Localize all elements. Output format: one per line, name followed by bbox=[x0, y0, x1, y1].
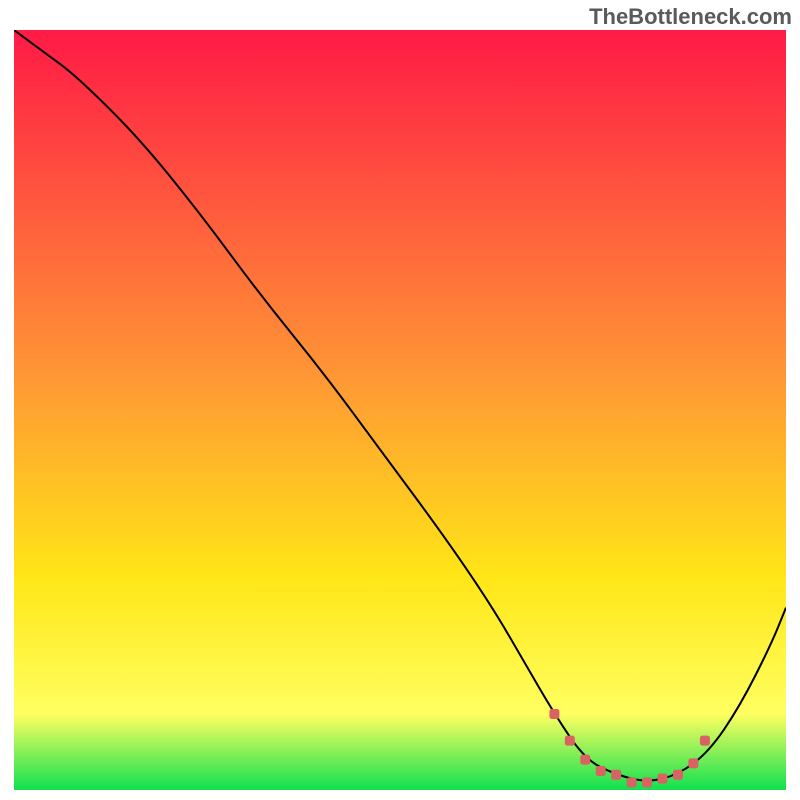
optimal-marker bbox=[580, 755, 590, 765]
optimal-marker bbox=[688, 758, 698, 768]
optimal-marker bbox=[596, 766, 606, 776]
bottleneck-chart bbox=[14, 30, 786, 790]
optimal-marker bbox=[642, 777, 652, 787]
watermark-text: TheBottleneck.com bbox=[589, 4, 792, 30]
optimal-marker bbox=[549, 709, 559, 719]
optimal-marker bbox=[657, 774, 667, 784]
chart-background bbox=[14, 30, 786, 790]
optimal-marker bbox=[611, 770, 621, 780]
optimal-marker bbox=[700, 736, 710, 746]
optimal-marker bbox=[673, 770, 683, 780]
optimal-marker bbox=[627, 777, 637, 787]
optimal-marker bbox=[565, 736, 575, 746]
